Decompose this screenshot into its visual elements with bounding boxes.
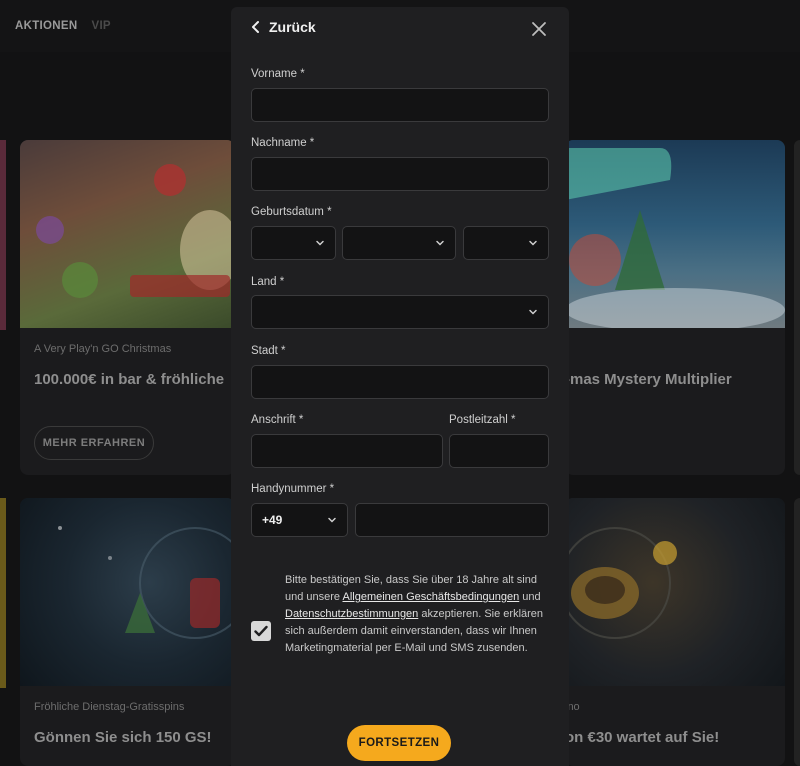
last-name-input[interactable]: [251, 157, 549, 191]
promo-subtitle: A Very Play'n GO Christmas: [34, 343, 172, 355]
consent-text-part: und: [519, 591, 541, 603]
consent-text: Bitte bestätigen Sie, dass Sie über 18 J…: [285, 572, 547, 657]
chevron-down-icon: [316, 240, 324, 246]
first-name-input[interactable]: [251, 88, 549, 122]
nav-item-aktionen[interactable]: AKTIONEN: [15, 20, 77, 32]
promo-image: [20, 498, 235, 686]
promo-image: [565, 498, 785, 686]
promo-card[interactable]: -mas Mystery Multiplier: [565, 140, 785, 475]
registration-modal: Zurück Vorname * Nachname * Geburtsdatum…: [231, 7, 569, 766]
phone-prefix-select[interactable]: +49: [251, 503, 348, 537]
birthdate-label: Geburtsdatum *: [251, 206, 332, 218]
last-name-label: Nachname *: [251, 137, 315, 149]
address-label: Anschrift *: [251, 414, 304, 426]
terms-link[interactable]: Allgemeinen Geschäftsbedingungen: [343, 591, 520, 603]
promo-illustration: [58, 526, 235, 639]
phone-number-input[interactable]: [355, 503, 549, 537]
checkmark-icon: [254, 625, 268, 637]
first-name-label: Vorname *: [251, 68, 305, 80]
promo-card[interactable]: ino on €30 wartet auf Sie!: [565, 498, 785, 766]
city-label: Stadt *: [251, 345, 286, 357]
chevron-down-icon: [328, 517, 336, 523]
birth-day-select[interactable]: [251, 226, 336, 260]
birth-year-select[interactable]: [463, 226, 549, 260]
back-button[interactable]: Zurück: [251, 19, 316, 35]
promo-card[interactable]: Fröhliche Dienstag-Gratisspins Gönnen Si…: [20, 498, 235, 766]
card-edge-right: [794, 140, 800, 475]
promo-image: [565, 140, 785, 332]
chevron-down-icon: [436, 240, 444, 246]
promo-illustration: [36, 164, 235, 298]
promo-title: -mas Mystery Multiplier: [565, 371, 732, 388]
privacy-link[interactable]: Datenschutzbestimmungen: [285, 608, 418, 620]
chevron-down-icon: [529, 309, 537, 315]
promo-card[interactable]: A Very Play'n GO Christmas 100.000€ in b…: [20, 140, 235, 475]
postcode-input[interactable]: [449, 434, 549, 468]
continue-button[interactable]: FORTSETZEN: [347, 725, 451, 761]
modal-header: Zurück: [231, 7, 569, 51]
page: AKTIONEN VIP A Very Play'n GO Christmas …: [0, 0, 800, 766]
close-icon[interactable]: [531, 21, 547, 37]
promo-title: Gönnen Sie sich 150 GS!: [34, 729, 212, 746]
country-label: Land *: [251, 276, 285, 288]
country-select[interactable]: [251, 295, 549, 329]
promo-illustration: [565, 527, 677, 639]
promo-illustration: [565, 148, 785, 332]
consent-checkbox[interactable]: [251, 621, 271, 641]
address-input[interactable]: [251, 434, 443, 468]
card-edge-right: [794, 498, 800, 766]
promo-image: [20, 140, 235, 328]
nav-item-vip[interactable]: VIP: [91, 20, 110, 32]
phone-prefix-value: +49: [262, 513, 283, 527]
back-label: Zurück: [269, 19, 316, 35]
card-edge-left: [0, 498, 6, 688]
promo-subtitle: Fröhliche Dienstag-Gratisspins: [34, 701, 185, 713]
postcode-label: Postleitzahl *: [449, 414, 516, 426]
chevron-down-icon: [529, 240, 537, 246]
more-info-button[interactable]: MEHR ERFAHREN: [34, 426, 154, 460]
chevron-left-icon: [252, 21, 259, 33]
promo-title: 100.000€ in bar & fröhliche: [34, 371, 225, 388]
birth-month-select[interactable]: [342, 226, 456, 260]
promo-title: on €30 wartet auf Sie!: [565, 729, 720, 746]
city-input[interactable]: [251, 365, 549, 399]
phone-label: Handynummer *: [251, 483, 335, 495]
card-edge-left: [0, 140, 6, 330]
